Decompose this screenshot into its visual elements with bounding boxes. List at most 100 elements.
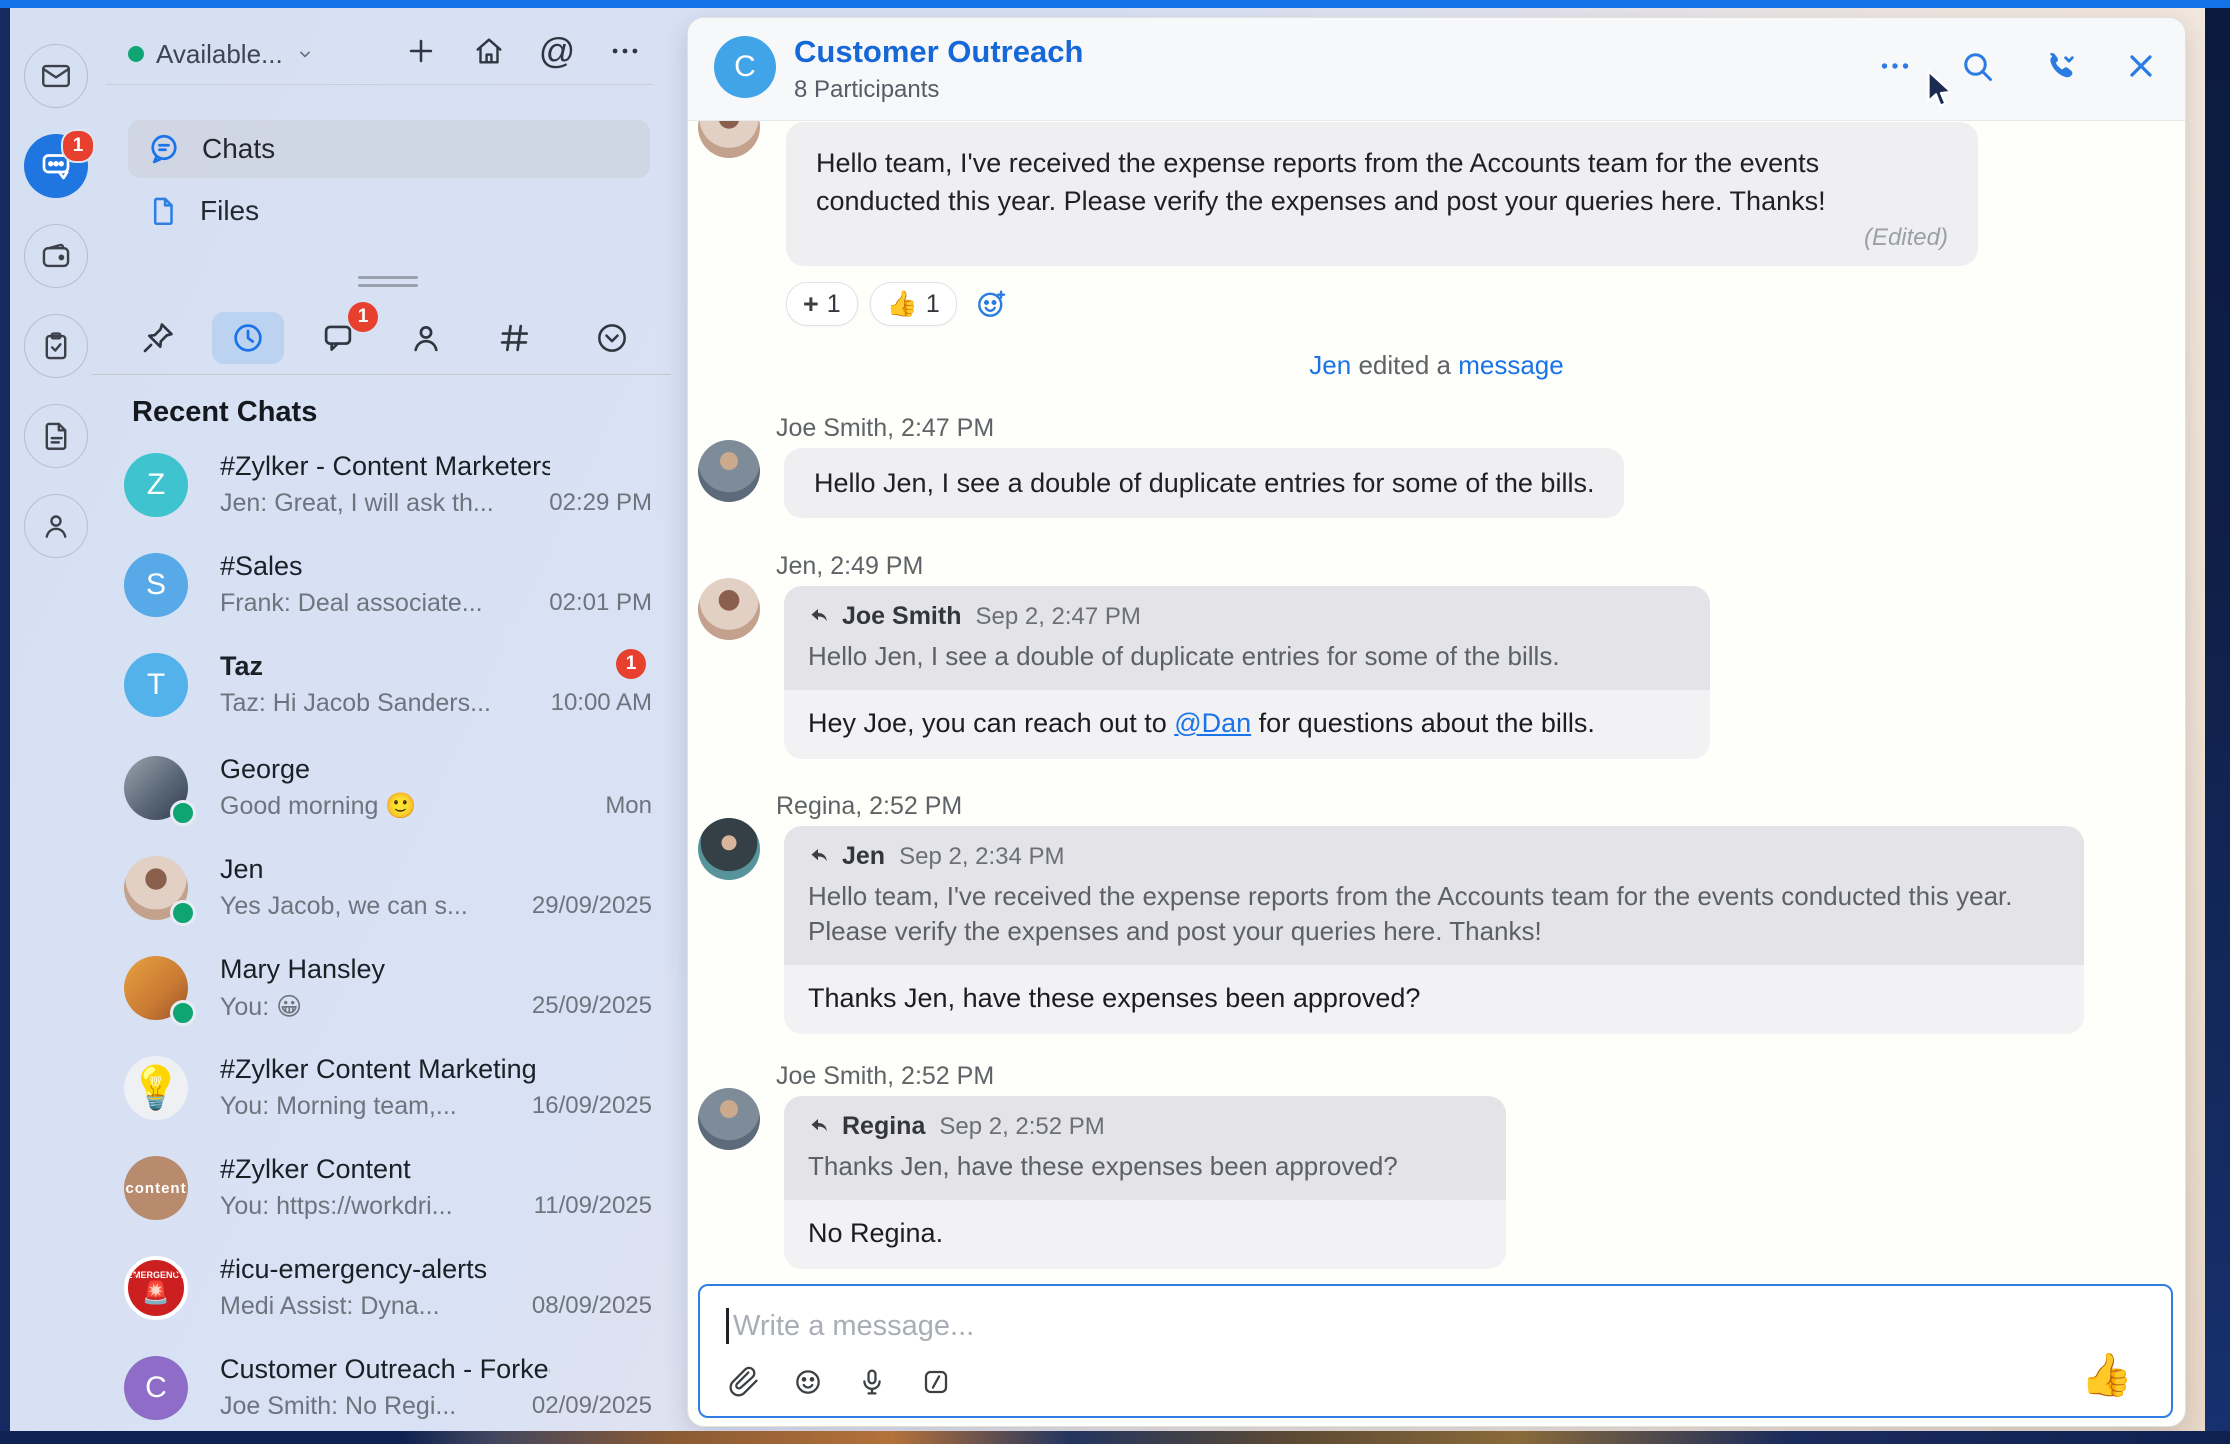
chat-more-button[interactable] [1875,46,1915,86]
input-placeholder: Write a message... [733,1310,974,1343]
notice-actor[interactable]: Jen [1309,350,1351,380]
notice-message-link[interactable]: message [1458,350,1564,380]
avatar: Z [124,453,188,517]
tab-contacts[interactable] [390,312,462,364]
clipboard-check-icon [39,329,73,363]
sidebar-item-label: Files [200,195,259,227]
system-notice: Jen edited a message [688,350,2185,381]
search-icon [1959,48,1995,84]
voice-message-button[interactable] [854,1364,890,1400]
ellipsis-icon [608,34,642,68]
tab-pinned[interactable] [122,312,194,364]
chat-search-button[interactable] [1957,46,1997,86]
mention-dan[interactable]: @Dan [1174,708,1251,738]
plus-icon [404,34,438,68]
quoted-message[interactable]: Joe Smith Sep 2, 2:47 PM Hello Jen, I se… [784,586,1710,690]
at-icon: @ [539,30,576,72]
rail-wallet-button[interactable] [24,224,88,288]
chat-panel: Hello team, I've received the expense re… [688,18,2185,1426]
call-button[interactable] [2039,46,2079,86]
list-item-zylker-content-marketing[interactable]: 💡 #Zylker Content Marketing You: Morning… [114,1048,660,1144]
home-icon [472,34,506,68]
sidebar-item-files[interactable]: Files [128,182,650,240]
list-item-george[interactable]: George Good morning 🙂 Mon [114,748,660,844]
rail-mail-button[interactable] [24,44,88,108]
ellipsis-icon [1877,48,1913,84]
avatar: T [124,653,188,717]
tab-channels[interactable] [478,312,550,364]
microphone-icon [856,1366,888,1398]
taskbar-edge [0,1431,2230,1444]
phone-icon [2040,47,2078,85]
status-selector[interactable]: Available... [128,34,315,74]
list-item-taz[interactable]: T Taz Taz: Hi Jacob Sanders... 10:00 AM … [114,645,660,741]
message-input[interactable]: Write a message... [726,1308,974,1344]
message-bubble[interactable]: Jen Sep 2, 2:34 PM Hello team, I've rece… [784,826,2084,1034]
quoted-message[interactable]: Regina Sep 2, 2:52 PM Thanks Jen, have t… [784,1096,1506,1200]
online-dot [170,1000,196,1026]
edited-tag: (Edited) [816,224,1948,252]
avatar-emergency: EMERGENCY🚨 [124,1256,188,1320]
mentions-button[interactable]: @ [538,32,576,70]
desktop-edge-left [0,8,10,1431]
smiley-plus-icon [973,286,1009,322]
rail-tasks-button[interactable] [24,314,88,378]
thumbs-up-send-button[interactable]: 👍 [2081,1354,2133,1396]
sidebar-top-actions: @ [402,32,644,70]
reaction-thumbs-up[interactable]: 👍 1 [870,282,957,326]
new-chat-button[interactable] [402,32,440,70]
quoted-message[interactable]: Jen Sep 2, 2:34 PM Hello team, I've rece… [784,826,2084,965]
home-button[interactable] [470,32,508,70]
tab-recent[interactable] [212,312,284,364]
message-author: Joe Smith, 2:47 PM [776,414,994,443]
commands-button[interactable] [918,1364,954,1400]
message-bubble[interactable]: Regina Sep 2, 2:52 PM Thanks Jen, have t… [784,1096,1506,1269]
recent-chats-title: Recent Chats [132,396,317,429]
message-text: Hey Joe, you can reach out to @Dan for q… [784,690,1710,759]
tab-direct-messages[interactable]: 1 [302,312,374,364]
list-item-zylker-content[interactable]: content #Zylker Content You: https://wor… [114,1148,660,1244]
list-item-zylker-content-marketers[interactable]: Z #Zylker - Content Marketers Jen: Great… [114,445,660,541]
resize-handle[interactable] [358,276,418,292]
rail-contacts-button[interactable] [24,494,88,558]
message-list: Hello team, I've received the expense re… [688,120,2185,1284]
avatar-jen [698,120,760,158]
tab-more[interactable] [576,312,648,364]
document-icon [39,419,73,453]
list-item-mary-hansley[interactable]: Mary Hansley You: 😀 25/09/2025 [114,948,660,1044]
emoji-button[interactable] [790,1364,826,1400]
files-icon [146,194,180,228]
reply-arrow-icon [808,845,832,869]
list-item-jen[interactable]: Jen Yes Jacob, we can s... 29/09/2025 [114,848,660,944]
sidebar-item-chats[interactable]: Chats [128,120,650,178]
close-chat-button[interactable] [2121,46,2161,86]
message-bubble[interactable]: Hello team, I've received the expense re… [786,122,1978,266]
reply-arrow-icon [808,1115,832,1139]
avatar-wordart: content [124,1156,188,1220]
reaction-plus-one[interactable]: + 1 [786,282,858,326]
message-bubble[interactable]: Joe Smith Sep 2, 2:47 PM Hello Jen, I se… [784,586,1710,759]
message-composer: Write a message... 👍 [698,1284,2173,1418]
list-item-customer-outreach-forked[interactable]: C Customer Outreach - Forked Joe Smith: … [114,1348,660,1431]
reply-arrow-icon [808,605,832,629]
list-item-sales[interactable]: S #Sales Frank: Deal associate... 02:01 … [114,545,660,641]
list-item-icu-emergency-alerts[interactable]: EMERGENCY🚨 #icu-emergency-alerts Medi As… [114,1248,660,1344]
slash-command-icon [920,1366,952,1398]
status-dot [128,46,144,62]
chat-avatar[interactable]: C [714,36,776,98]
chat-participants[interactable]: 8 Participants [794,76,939,104]
desktop-edge-right [2205,8,2230,1431]
chevron-down-icon [295,44,315,64]
message-text: No Regina. [784,1200,1506,1269]
add-reaction-button[interactable] [973,286,1009,322]
avatar: S [124,553,188,617]
rail-notes-button[interactable] [24,404,88,468]
rail-chats-button[interactable]: 1 [24,134,88,198]
window-top-edge [0,0,2230,8]
cliq-app-window: 1 Available... @ [10,8,2205,1431]
message-bubble[interactable]: Hello Jen, I see a double of duplicate e… [784,448,1624,518]
more-options-button[interactable] [606,32,644,70]
chats-icon [146,131,182,167]
chat-title[interactable]: Customer Outreach [794,34,1083,70]
attach-file-button[interactable] [726,1364,762,1400]
